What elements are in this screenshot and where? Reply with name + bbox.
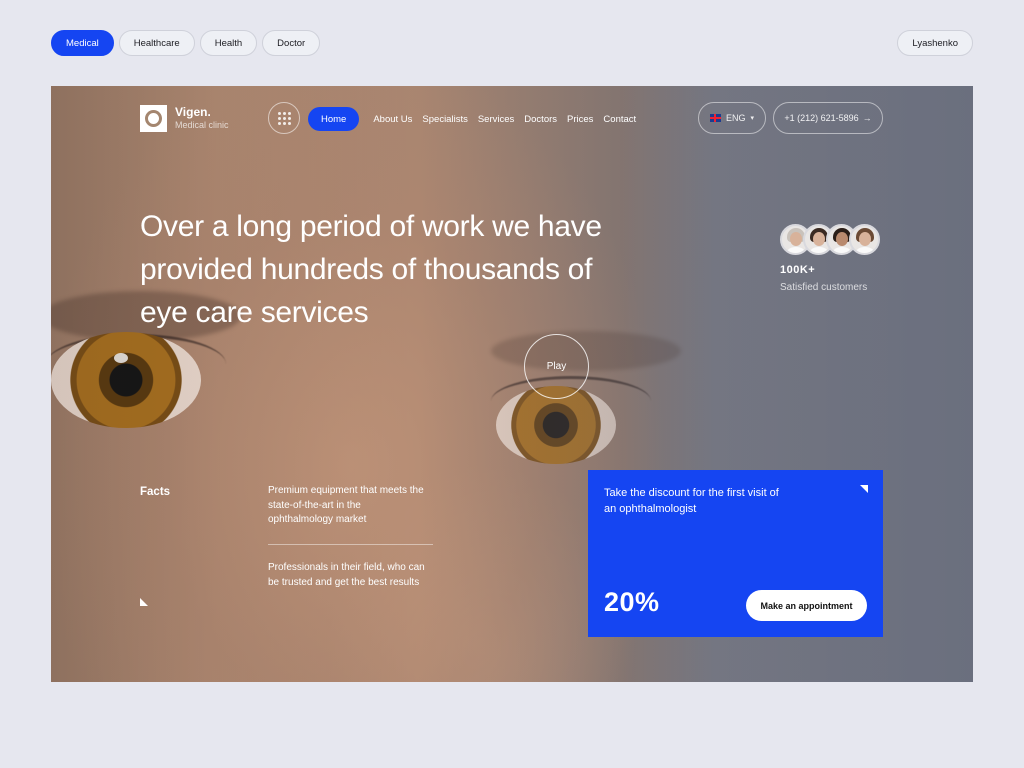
nav-specialists[interactable]: Specialists (422, 114, 467, 125)
menu-grid-button[interactable] (268, 102, 300, 134)
tag-health[interactable]: Health (199, 30, 258, 56)
hero-headline: Over a long period of work we have provi… (140, 210, 602, 329)
facts-title: Facts (140, 486, 171, 498)
tag-doctor[interactable]: Doctor (262, 30, 321, 56)
brand-name: Vigen. (175, 105, 211, 119)
phone-button[interactable]: +1 (212) 621-5896 → (773, 102, 883, 134)
make-appointment-button[interactable]: Make an appointment (746, 590, 867, 621)
nav-doctors[interactable]: Doctors (524, 114, 557, 125)
customer-avatars (780, 224, 880, 255)
phone-number: +1 (212) 621-5896 (784, 113, 859, 123)
chevron-down-icon: ▾ (750, 115, 755, 122)
brand-text: Vigen. Medical clinic (175, 106, 229, 131)
nav-about-us[interactable]: About Us (373, 114, 412, 125)
grid-icon (277, 111, 291, 125)
play-video-button[interactable]: Play (524, 334, 589, 399)
avatar (849, 224, 880, 255)
uk-flag-icon (709, 114, 721, 122)
author-badge[interactable]: Lyashenko (897, 30, 973, 56)
nav-home[interactable]: Home (308, 107, 360, 131)
corner-arrow-icon (860, 485, 868, 493)
hero-section: Vigen. Medical clinic Home About Us Spec… (51, 86, 973, 682)
fact-item: Professionals in their field, who can be… (268, 562, 425, 588)
logo-icon (140, 105, 167, 132)
language-label: ENG (725, 113, 746, 123)
brand-subtitle: Medical clinic (175, 120, 229, 130)
discount-text: Take the discount for the first visit of… (604, 487, 779, 515)
language-selector[interactable]: ENG ▾ (698, 102, 766, 134)
discount-percent: 20% (604, 587, 660, 617)
nav-contact[interactable]: Contact (603, 114, 636, 125)
nav-prices[interactable]: Prices (567, 114, 593, 125)
tag-list: Medical Healthcare Health Doctor (51, 30, 321, 56)
main-nav: Home About Us Specialists Services Docto… (308, 107, 646, 131)
tag-medical[interactable]: Medical (51, 30, 114, 56)
discount-card: Take the discount for the first visit of… (588, 470, 883, 637)
arrow-right-icon: → (862, 113, 872, 123)
customers-label: Satisfied customers (780, 282, 868, 293)
corner-arrow-icon (140, 598, 148, 606)
nav-services[interactable]: Services (478, 114, 514, 125)
customers-count: 100K+ (780, 264, 816, 276)
facts-divider (268, 544, 433, 545)
brand-logo[interactable]: Vigen. Medical clinic (140, 105, 229, 132)
tag-healthcare[interactable]: Healthcare (118, 30, 195, 56)
fact-item: Premium equipment that meets the state-o… (268, 485, 424, 525)
